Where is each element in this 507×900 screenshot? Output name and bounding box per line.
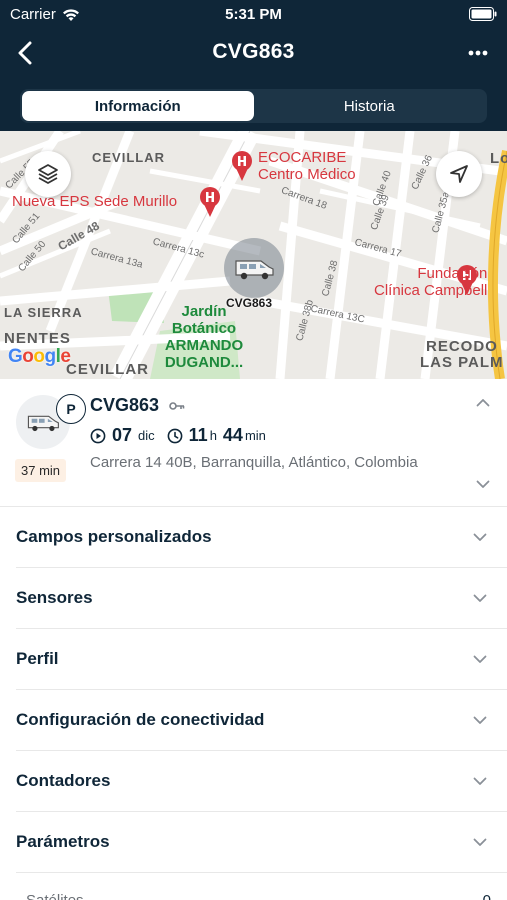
navigation-arrow-icon — [450, 165, 468, 183]
van-icon — [235, 260, 274, 280]
poi-fundacion-sub: Clínica Campbell — [374, 282, 488, 299]
map-area-label: Lo — [490, 150, 507, 167]
map-poi-label: Nueva EPS Sede Murillo — [12, 193, 178, 210]
more-horizontal-icon — [468, 50, 488, 56]
section-title: Configuración de conectividad — [16, 710, 265, 729]
map-area-label: RECODO — [426, 338, 498, 355]
poi-ecocaribe-sub: Centro Médico — [258, 166, 356, 183]
vehicle-marker[interactable] — [224, 238, 284, 298]
expand-details-button[interactable] — [473, 474, 493, 494]
sections-list: Campos personalizados Sensores Perfil Co… — [16, 507, 507, 873]
vehicle-meta-row: 07 dic 11 h 44 min — [90, 425, 266, 446]
map-area-label: NENTES — [4, 330, 71, 347]
nav-bar: CVG863 — [0, 30, 507, 76]
vehicle-address: Carrera 14 40B, Barranquilla, Atlántico,… — [90, 454, 418, 471]
segmented-tabs: Información Historia — [20, 89, 487, 123]
google-logo: Google — [8, 346, 71, 367]
chevron-down-icon — [476, 480, 490, 488]
chevron-down-icon — [470, 649, 490, 669]
section-parametros[interactable]: Parámetros — [16, 812, 507, 873]
key-icon — [169, 401, 185, 410]
map-layers-button[interactable] — [25, 151, 71, 197]
parameter-value: 0 — [483, 892, 491, 900]
layers-icon — [38, 164, 58, 184]
map-area-label: CEVILLAR — [92, 150, 165, 165]
vehicle-info-card[interactable]: P 37 min CVG863 07 dic 11 h 44 min Carre… — [0, 379, 507, 507]
clock-icon — [167, 428, 183, 443]
tab-informacion[interactable]: Información — [22, 91, 254, 121]
map-area-label: CEVILLAR — [66, 361, 149, 378]
section-configuracion-conectividad[interactable]: Configuración de conectividad — [16, 690, 507, 751]
section-campos-personalizados[interactable]: Campos personalizados — [16, 507, 507, 568]
section-title: Parámetros — [16, 832, 110, 851]
map-view[interactable]: CEVILLAR LA SIERRA NENTES CEVILLAR RECOD… — [0, 131, 507, 379]
map-poi-label: Fundación Clínica Campbell — [374, 265, 487, 299]
status-bar: Carrier 5:31 PM — [0, 0, 507, 28]
chevron-up-icon — [476, 398, 490, 406]
parameter-row: Satélites 0 — [16, 873, 507, 900]
date-month: dic — [138, 428, 155, 443]
chevron-down-icon — [470, 588, 490, 608]
van-icon — [27, 415, 59, 432]
duration-hours: 11 — [188, 425, 208, 445]
parking-status-badge: P — [56, 394, 86, 424]
duration-hours-unit: h — [209, 428, 217, 443]
parameter-label: Satélites — [26, 892, 84, 900]
play-circle-icon — [90, 428, 106, 443]
section-sensores[interactable]: Sensores — [16, 568, 507, 629]
more-button[interactable] — [461, 36, 495, 70]
map-poi-label: ECOCARIBE Centro Médico — [258, 149, 356, 183]
vehicle-name: CVG863 — [90, 395, 160, 415]
status-time: 5:31 PM — [225, 6, 282, 23]
vehicle-marker-label: CVG863 — [226, 296, 273, 310]
section-contadores[interactable]: Contadores — [16, 751, 507, 812]
date-day: 07 — [112, 425, 133, 445]
section-perfil[interactable]: Perfil — [16, 629, 507, 690]
poi-ecocaribe-name: ECOCARIBE — [258, 149, 347, 166]
duration-minutes-unit: min — [244, 428, 266, 443]
chevron-down-icon — [470, 710, 490, 730]
chevron-down-icon — [470, 832, 490, 852]
app-header: Carrier 5:31 PM CVG863 Información Histo… — [0, 0, 507, 131]
poi-fundacion-name: Fundación — [417, 265, 488, 282]
vehicle-name-row: CVG863 — [90, 395, 185, 416]
elapsed-time-badge: 37 min — [15, 459, 67, 482]
map-locate-button[interactable] — [436, 151, 482, 197]
section-title: Contadores — [16, 771, 111, 790]
map-area-label: LAS PALM — [420, 354, 504, 371]
collapse-button[interactable] — [473, 392, 493, 412]
duration-minutes: 44 — [222, 425, 243, 445]
battery-icon — [469, 7, 497, 25]
page-title: CVG863 — [212, 40, 295, 63]
section-title: Perfil — [16, 649, 59, 668]
chevron-down-icon — [470, 527, 490, 547]
map-area-label: LA SIERRA — [4, 305, 83, 320]
map-park-label: Jardín Botánico ARMANDO DUGAND... — [164, 303, 244, 371]
tab-historia[interactable]: Historia — [254, 91, 486, 121]
section-title: Campos personalizados — [16, 527, 212, 546]
chevron-down-icon — [470, 771, 490, 791]
section-title: Sensores — [16, 588, 93, 607]
